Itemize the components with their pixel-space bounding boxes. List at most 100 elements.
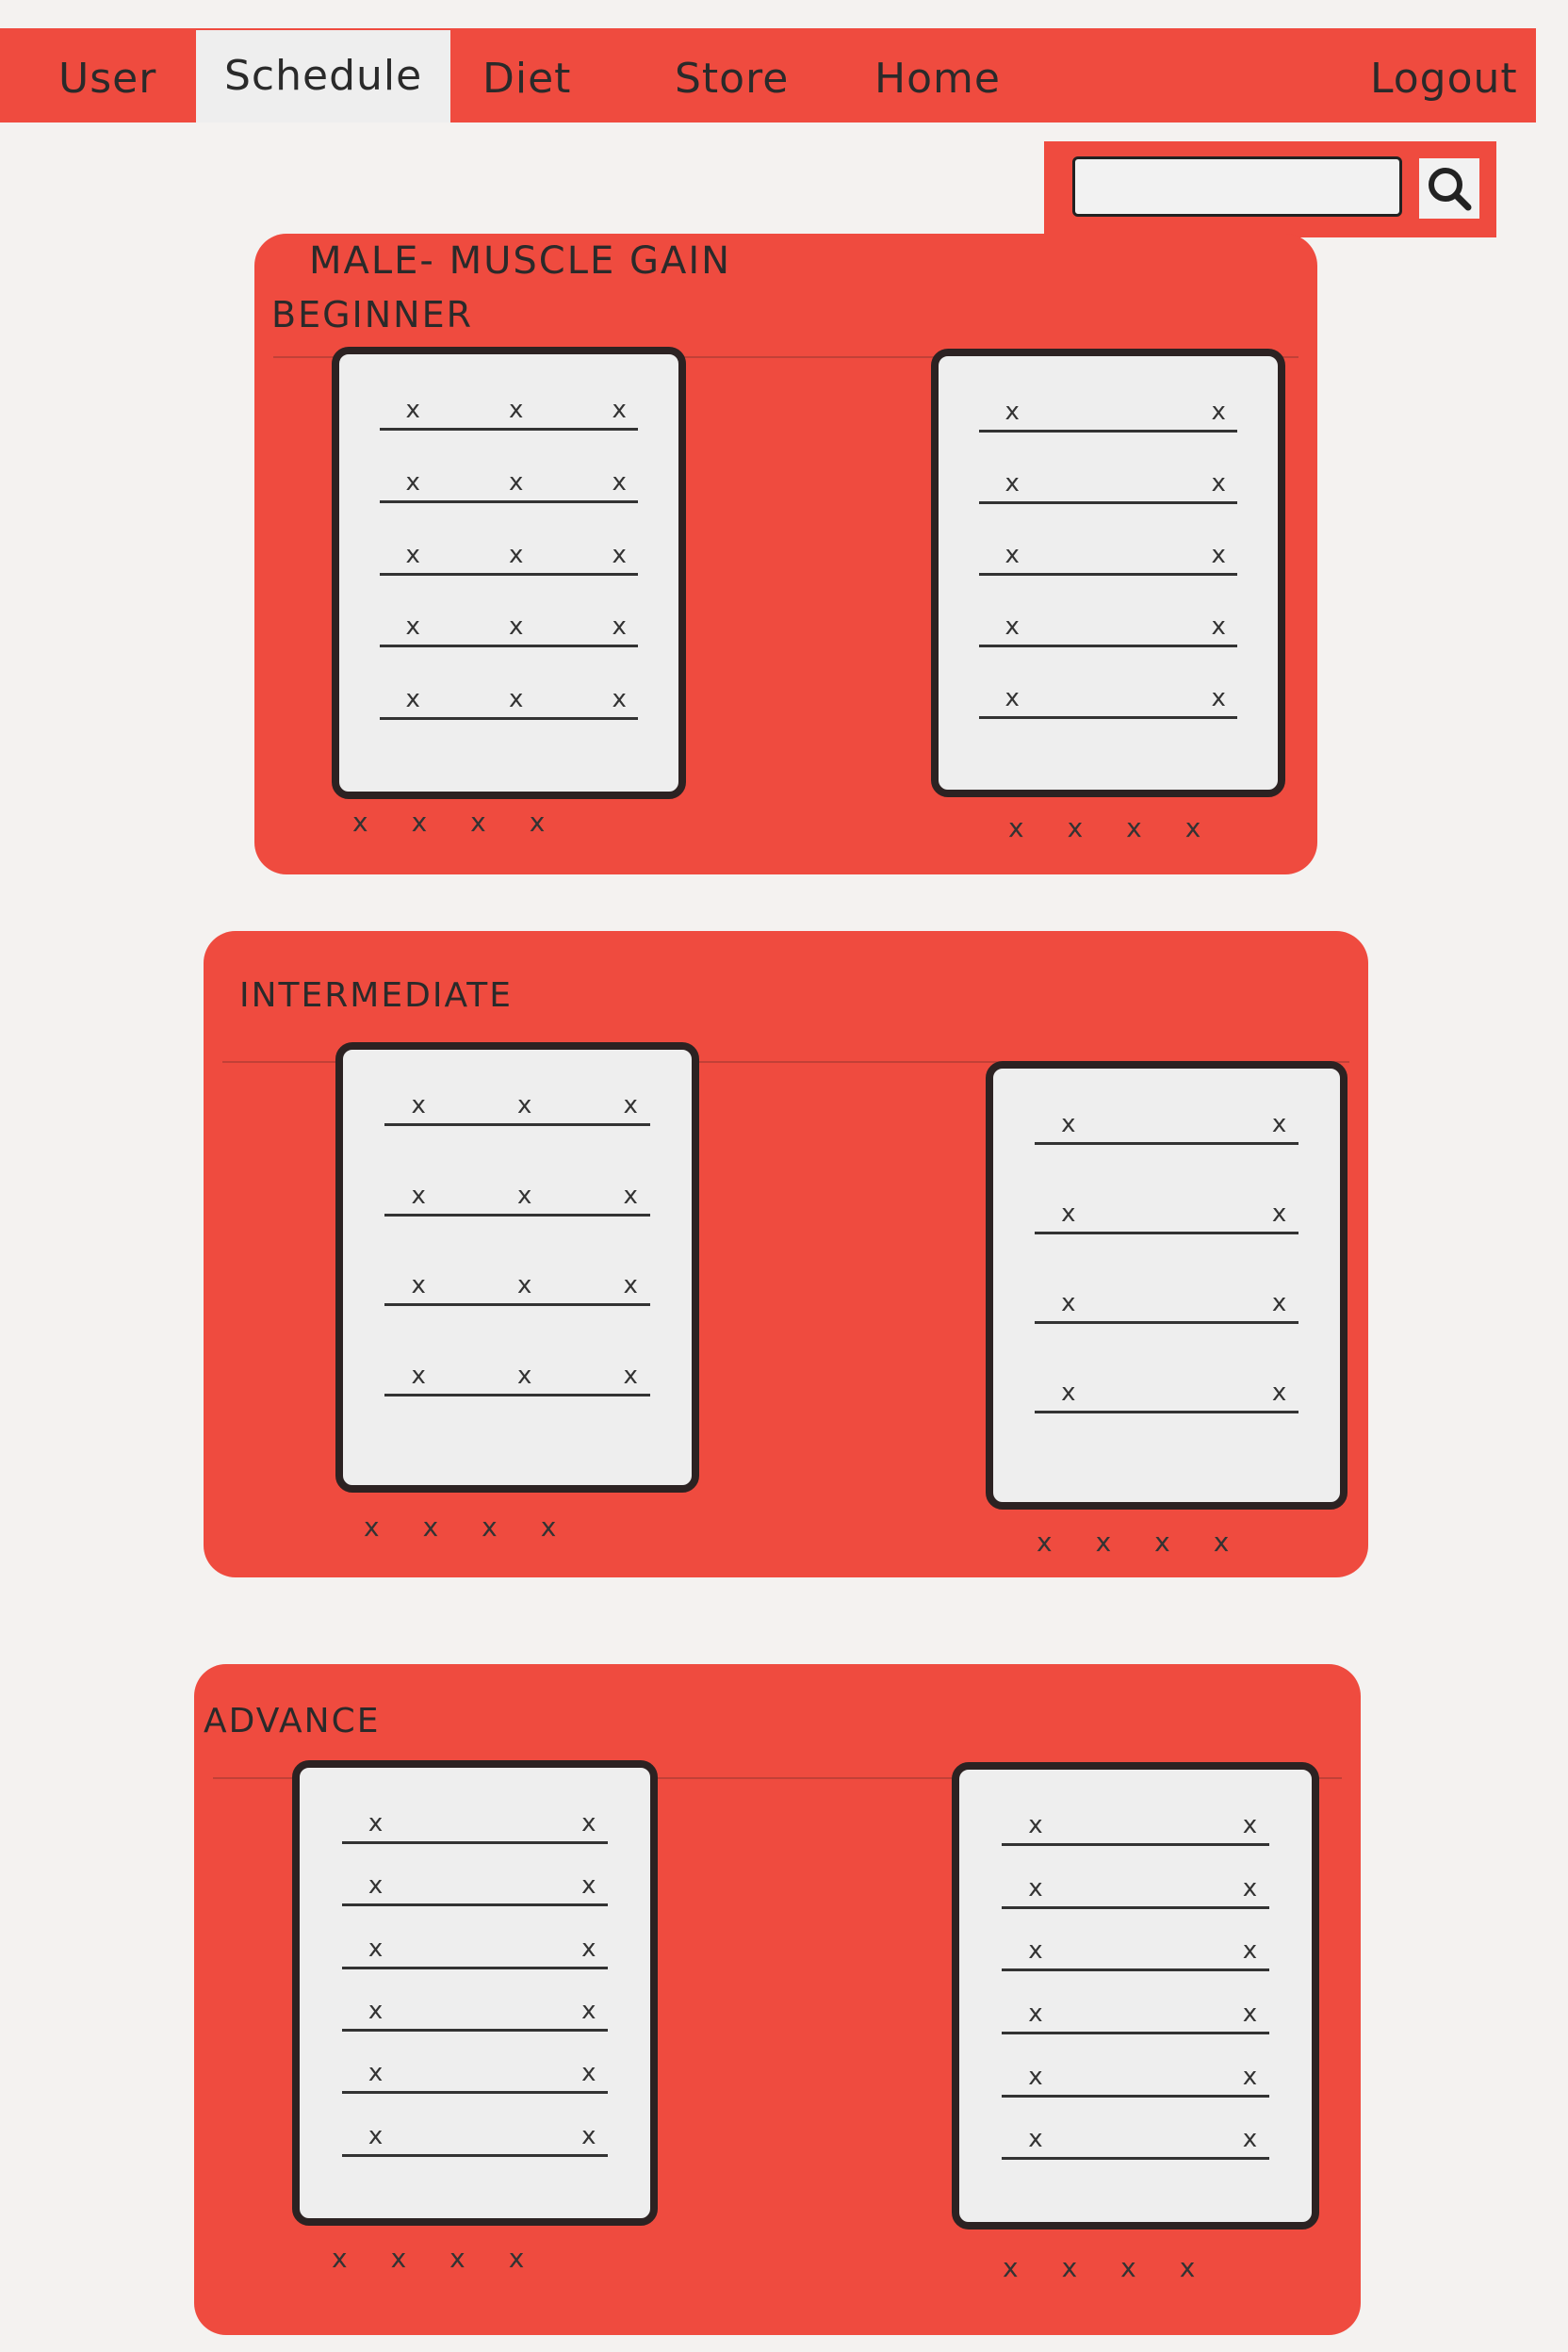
row-mark: x [411,1091,426,1119]
row-mark: x [1242,2062,1258,2091]
row-mark: x [1242,1873,1258,1903]
nav-diet[interactable]: Diet [482,55,571,103]
workout-card-advance-2[interactable]: xxxxxxxxxxxx [952,1762,1319,2230]
footer-mark: x [470,807,486,838]
row-mark: x [368,1809,384,1838]
row-mark: x [612,396,627,424]
row-mark: x [1271,1200,1287,1228]
nav-user[interactable]: User [58,55,156,103]
row-mark: x [1271,1289,1287,1317]
row-mark: x [405,396,420,424]
row-mark: x [1028,2062,1043,2091]
footer-mark: x [1003,2252,1019,2283]
schedule-row: xx [341,2109,609,2157]
section-heading-beginner: Beginner [271,294,473,335]
row-mark: x [612,467,627,497]
row-mark: x [1028,2000,1043,2028]
schedule-row: xxx [380,383,638,431]
row-mark: x [623,1091,638,1119]
row-mark: x [368,1871,384,1901]
footer-mark: x [411,807,428,838]
card-footer-marks: xxxx [1003,2252,1238,2290]
row-mark: x [1242,1936,1258,1966]
row-mark: x [368,1997,384,2025]
footer-mark: x [529,807,546,838]
row-mark: x [612,685,627,714]
row-mark: x [1211,398,1226,426]
search-button[interactable] [1419,158,1479,219]
footer-mark: x [332,2243,348,2274]
schedule-row: xx [979,456,1237,504]
workout-card-intermediate-1[interactable]: x x x x x x x x x x x x [335,1042,699,1493]
row-mark: x [509,467,524,497]
footer-mark: x [1179,2252,1196,2283]
footer-mark: x [1037,1527,1053,1558]
row-mark: x [411,1271,426,1299]
footer-mark: x [508,2243,525,2274]
row-mark: x [368,2121,384,2150]
nav-store[interactable]: Store [675,55,789,103]
schedule-row: xxx [384,1348,650,1396]
nav-home[interactable]: Home [874,55,1001,103]
search-bar [1044,141,1496,237]
row-mark: x [1211,684,1226,712]
row-mark: x [368,2059,384,2088]
row-mark: x [1061,1110,1076,1138]
page-title: MALE- MUSCLE GAIN [309,239,732,283]
footer-mark: x [1095,1527,1112,1558]
row-mark: x [405,685,420,714]
schedule-row: xxx [384,1168,650,1217]
footer-mark: x [1061,2252,1078,2283]
row-mark: x [1061,1200,1076,1228]
row-mark: x [1004,684,1020,712]
footer-mark: x [540,1511,557,1543]
footer-mark: x [1213,1527,1230,1558]
schedule-row: xxx [384,1078,650,1126]
schedule-row: xx [341,2046,609,2095]
row-mark: x [1028,1873,1043,1903]
workout-card-advance-1[interactable]: xxxxxxxxxxxx [292,1760,658,2226]
row-mark: x [1211,469,1226,498]
logout-button[interactable]: Logout [1370,55,1518,103]
row-mark: x [581,2059,596,2088]
row-mark: x [581,2121,596,2150]
row-mark: x [405,467,420,497]
section-beginner: MALE- MUSCLE GAIN Beginner xxxxxxxxxxxxx… [254,234,1317,874]
schedule-row: xx [1001,2050,1270,2098]
row-mark: x [581,1871,596,1901]
card-footer-marks: xxxx [364,1511,599,1549]
row-mark: x [581,1934,596,1963]
row-mark: x [1028,2125,1043,2154]
row-mark: x [1004,541,1020,569]
row-mark: x [1242,2000,1258,2028]
row-mark: x [581,1809,596,1838]
footer-mark: x [1154,1527,1170,1558]
workout-card-beginner-2[interactable]: xxxxxxxxxx [931,349,1285,797]
row-mark: x [1004,469,1020,498]
schedule-row: xx [1001,1798,1270,1846]
workout-card-beginner-1[interactable]: x x x x x x x x x x x x x x x [332,347,686,799]
row-mark: x [623,1361,638,1390]
row-mark: x [1242,2125,1258,2154]
row-mark: x [623,1181,638,1210]
row-mark: x [1211,612,1226,641]
section-advance: Advance xxxxxxxxxxxx xxxx xxxxxxxxxxxx x… [194,1664,1361,2335]
footer-mark: x [482,1511,498,1543]
row-mark: x [509,396,524,424]
row-mark: x [517,1091,532,1119]
schedule-row: xx [1035,1365,1298,1413]
row-mark: x [411,1181,426,1210]
footer-mark: x [352,807,368,838]
footer-mark: x [364,1511,380,1543]
row-mark: x [517,1361,532,1390]
row-mark: x [517,1271,532,1299]
workout-card-intermediate-2[interactable]: xxxxxxxx [986,1061,1348,1510]
footer-mark: x [1184,812,1201,843]
footer-mark: x [390,2243,407,2274]
nav-schedule[interactable]: Schedule [196,30,451,122]
schedule-row: xx [979,528,1237,576]
search-input[interactable] [1072,156,1402,217]
footer-mark: x [1120,2252,1136,2283]
schedule-row: xxx [380,455,638,503]
schedule-row: xxx [380,672,638,721]
